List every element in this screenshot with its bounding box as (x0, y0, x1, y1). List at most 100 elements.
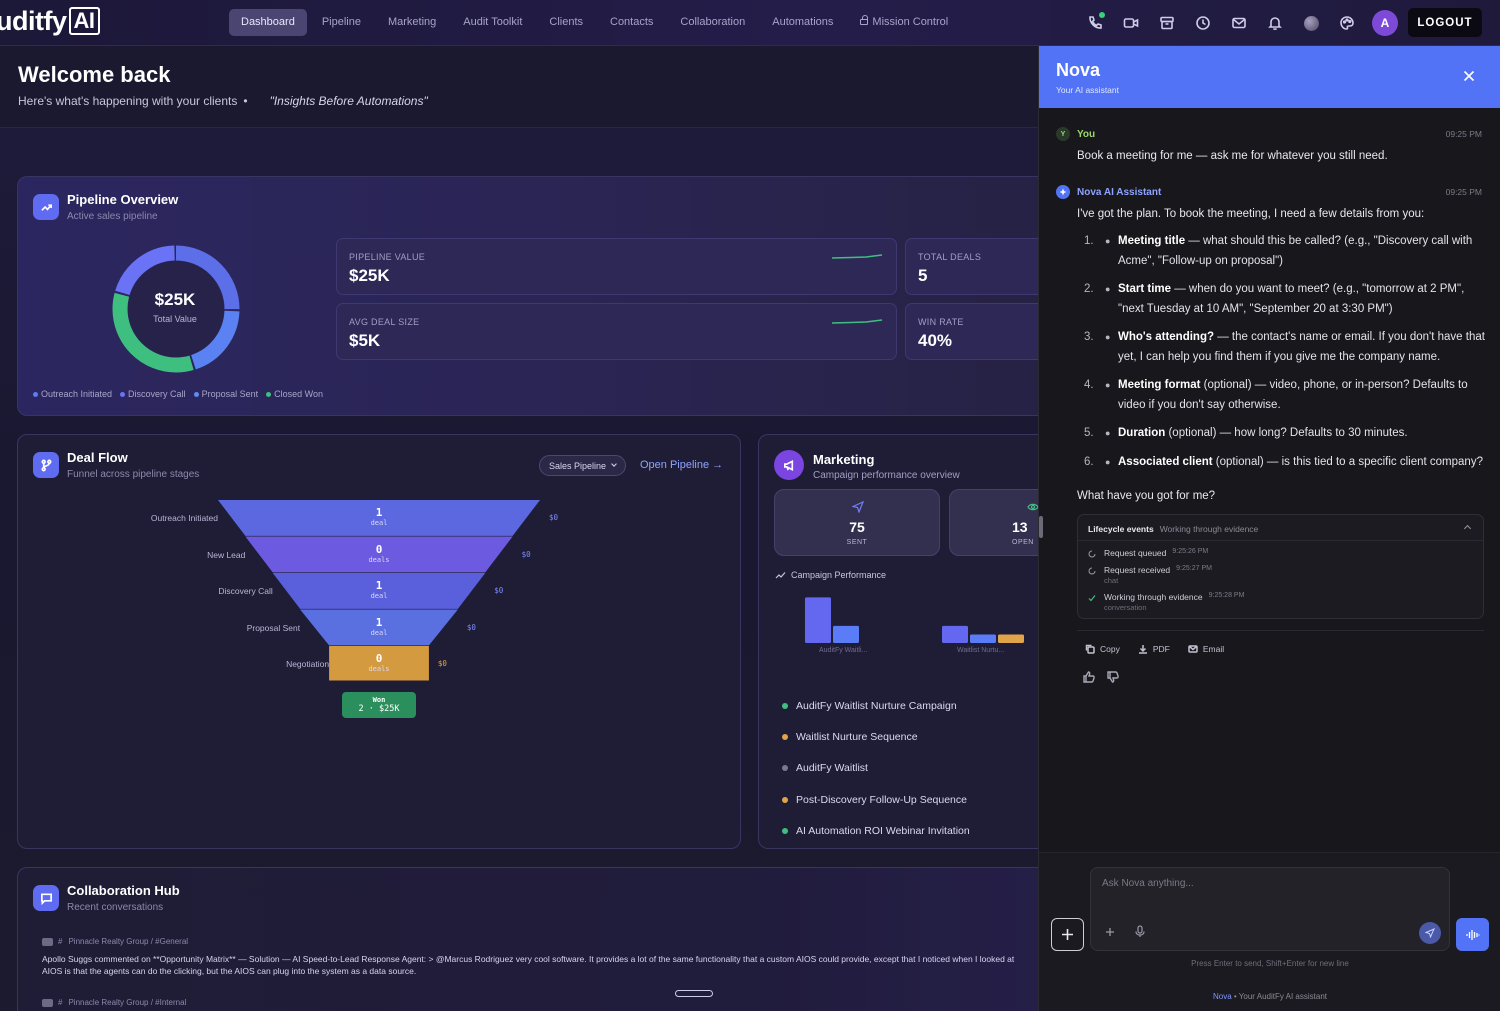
open-pipeline-link[interactable]: Open Pipeline → (640, 459, 723, 471)
list-item-title: Associated client (1118, 455, 1213, 468)
orb-icon[interactable] (1298, 10, 1324, 36)
list-item: 1. ● Meeting title — what should this be c… (1077, 232, 1487, 271)
welcome-header: Welcome back Here's what's happening wit… (0, 46, 1040, 128)
mail-icon[interactable] (1226, 10, 1252, 36)
lifecycle-events-panel[interactable]: Lifecycle events Working through evidence… (1077, 514, 1484, 619)
campaign-item[interactable]: AuditFy Waitlist Nurture Campaign (782, 690, 970, 721)
message-time: 09:25 PM (1445, 187, 1482, 197)
copy-button[interactable]: Copy (1085, 644, 1120, 654)
campaign-label: Post-Discovery Follow-Up Sequence (796, 793, 967, 806)
post-body[interactable]: Apollo Suggs commented on **Opportunity … (42, 953, 1040, 977)
count-value: 1 (375, 579, 383, 592)
campaign-label: Waitlist Nurture Sequence (796, 731, 918, 744)
nav-collaboration[interactable]: Collaboration (668, 9, 757, 36)
marketing-subtitle: Campaign performance overview (813, 470, 960, 481)
thumbs-down-icon[interactable] (1107, 671, 1119, 683)
post-channel[interactable]: Pinnacle Realty Group / #Internal (68, 998, 186, 1007)
bullet: ● (1105, 456, 1111, 467)
nav-clients[interactable]: Clients (537, 9, 595, 36)
post-meta: # Pinnacle Realty Group / #General (42, 937, 188, 946)
campaign-item[interactable]: AI Automation ROI Webinar Invitation (782, 816, 970, 847)
sender-name: You (1077, 128, 1096, 140)
campaign-item[interactable]: Post-Discovery Follow-Up Sequence (782, 784, 970, 815)
footer-brand[interactable]: Nova (1213, 992, 1232, 1001)
nav-marketing[interactable]: Marketing (376, 9, 448, 36)
add-icon[interactable] (1104, 926, 1116, 938)
pipeline-select[interactable]: Sales Pipeline (539, 455, 627, 476)
nav-audit-toolkit[interactable]: Audit Toolkit (451, 9, 534, 36)
funnel-stage-label: Proposal Sent (246, 622, 301, 633)
funnel-stage-amount: $0 (549, 513, 559, 522)
won-badge[interactable]: Won 2 · $25K (342, 692, 416, 718)
marketing-title: Marketing (813, 452, 875, 467)
campaign-bar[interactable] (805, 597, 831, 643)
scrollbar-handle[interactable] (1039, 516, 1043, 538)
nova-assistant-panel: Nova Your AI assistant Y You 09:25 PM Boo… (1038, 46, 1500, 1011)
bell-icon[interactable] (1262, 10, 1288, 36)
stat-pipeline-value: PIPELINE VALUE $25K (336, 238, 897, 295)
nova-subtitle: Your AI assistant (1056, 85, 1120, 95)
nav-contacts[interactable]: Contacts (598, 9, 665, 36)
list-item-title: Meeting format (1118, 379, 1201, 391)
nav-pipeline[interactable]: Pipeline (310, 9, 373, 36)
event-sub: conversation (1104, 603, 1147, 612)
list-item-title: Start time (1118, 283, 1172, 295)
thumbs-up-icon[interactable] (1083, 671, 1095, 683)
status-dot (782, 796, 788, 803)
campaign-list: AuditFy Waitlist Nurture Campaign Waitli… (782, 690, 970, 847)
post-channel[interactable]: Pinnacle Realty Group / #General (68, 937, 188, 946)
send-icon (1425, 928, 1435, 938)
legend-label: Proposal Sent (201, 389, 259, 399)
app-logo[interactable]: uditfy AI (0, 6, 100, 37)
logout-button[interactable]: LOGOUT (1408, 8, 1482, 37)
attach-button[interactable] (1051, 918, 1084, 951)
nav-dashboard[interactable]: Dashboard (229, 9, 307, 36)
funnel-stage-label: Outreach Initiated (150, 513, 218, 523)
phone-icon[interactable] (1082, 10, 1108, 36)
clock-icon[interactable] (1190, 10, 1216, 36)
legend-dot (193, 391, 199, 397)
copy-icon (1085, 644, 1095, 654)
archive-icon[interactable] (1154, 10, 1180, 36)
legend-item: Discovery Call (120, 389, 186, 399)
campaign-bar[interactable] (942, 625, 968, 643)
microphone-icon[interactable] (1134, 925, 1146, 938)
video-icon[interactable] (1118, 10, 1144, 36)
campaign-bar[interactable] (998, 634, 1024, 643)
email-button[interactable]: Email (1188, 644, 1224, 654)
nav-mission-control[interactable]: Mission Control (848, 9, 960, 36)
scroll-indicator[interactable] (675, 990, 713, 997)
post-line: Apollo Suggs commented on **Opportunity … (42, 954, 1015, 964)
close-icon[interactable] (1461, 68, 1477, 84)
lifecycle-header: Lifecycle events Working through evidence (1088, 524, 1258, 534)
list-number: 1. (1084, 235, 1094, 247)
campaign-item[interactable]: Waitlist Nurture Sequence (782, 721, 970, 752)
pipeline-subtitle: Active sales pipeline (67, 211, 158, 222)
funnel-stage-count: 1 deal (349, 506, 409, 527)
welcome-subtitle: Here's what's happening with your client… (18, 94, 428, 108)
campaign-bar[interactable] (970, 634, 996, 643)
send-icon (852, 501, 864, 513)
pdf-button[interactable]: PDF (1138, 644, 1170, 654)
campaign-bar[interactable] (833, 625, 859, 643)
assistant-intro: I've got the plan. To book the meeting, … (1077, 208, 1425, 220)
user-avatar[interactable]: A (1372, 10, 1398, 36)
chat-input[interactable] (1102, 878, 1432, 908)
legend-label: Closed Won (274, 389, 323, 399)
legend-dot (33, 391, 38, 397)
list-item-title: Who's attending? (1118, 331, 1214, 343)
user-message-header: Y You (1056, 127, 1095, 141)
count-value: 0 (375, 652, 383, 665)
campaign-item[interactable]: AuditFy Waitlist (782, 753, 970, 784)
send-button[interactable] (1419, 922, 1441, 944)
stat-number: 75 (849, 519, 865, 535)
event-time: 9:25:27 PM (1176, 565, 1212, 572)
event-label: Request received (1104, 565, 1171, 575)
nav-automations[interactable]: Automations (760, 9, 845, 36)
voice-button[interactable] (1456, 918, 1489, 951)
list-number: 6. (1084, 455, 1094, 468)
plus-icon (1062, 929, 1073, 940)
bullet: ● (1105, 236, 1111, 246)
palette-icon[interactable] (1334, 10, 1360, 36)
chevron-up-icon[interactable] (1463, 524, 1472, 533)
